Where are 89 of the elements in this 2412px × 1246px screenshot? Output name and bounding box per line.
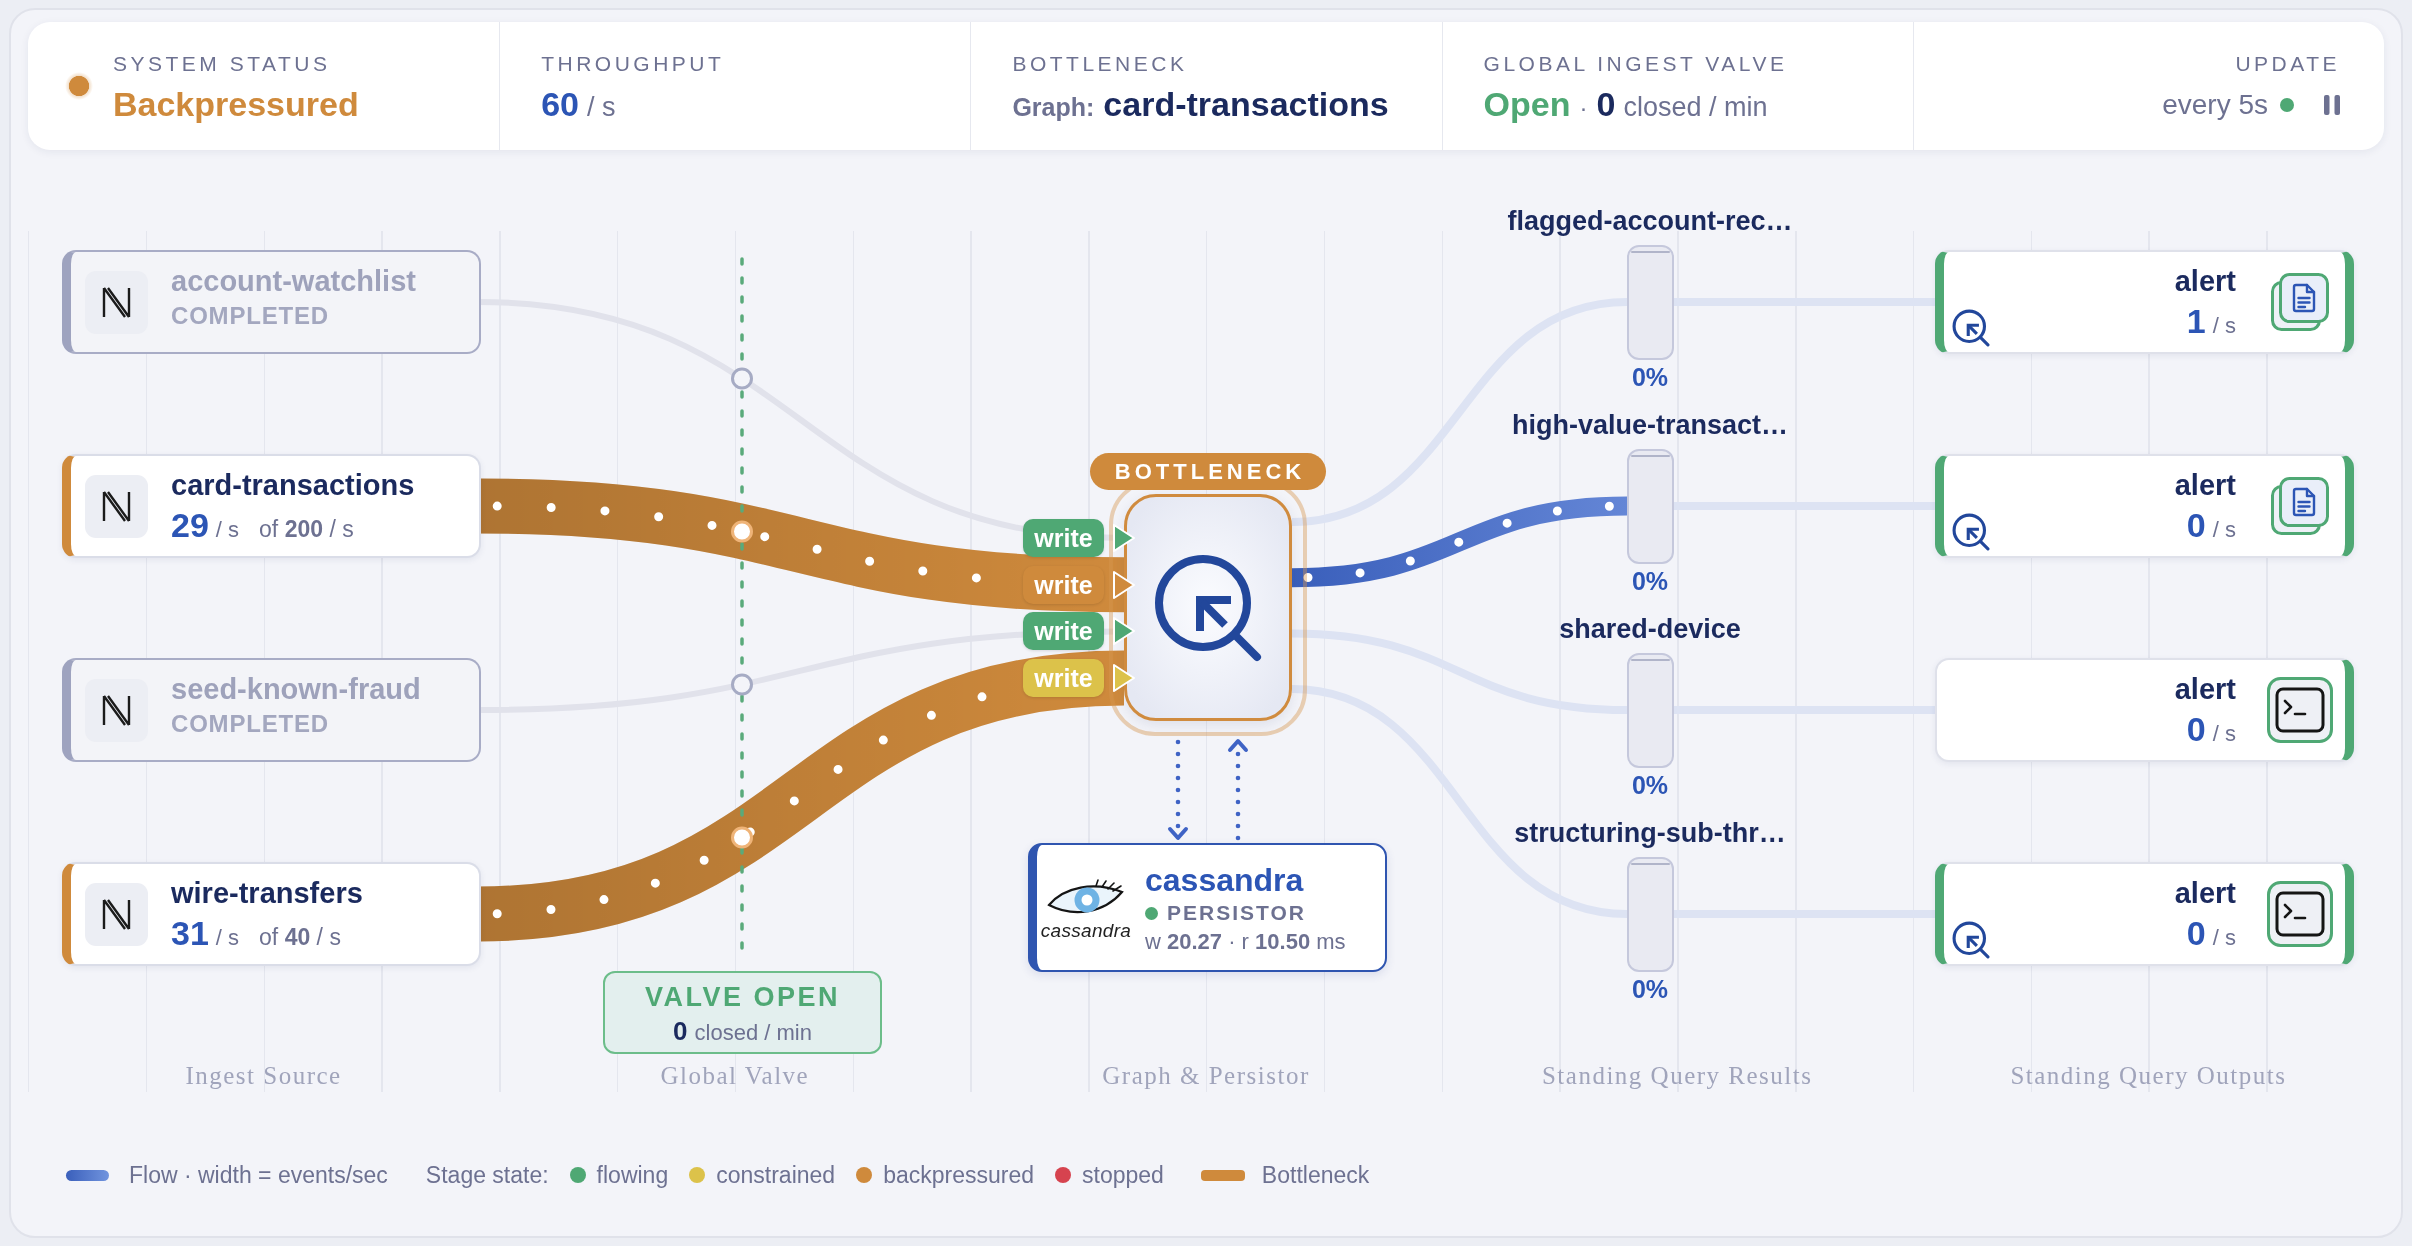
stat-label: UPDATE bbox=[2235, 52, 2340, 76]
n-logo-icon bbox=[85, 270, 148, 334]
update-interval: every 5s bbox=[2162, 89, 2268, 121]
stat-label: GLOBAL INGEST VALVE bbox=[1483, 52, 1789, 76]
rate-value: 1 bbox=[2186, 302, 2206, 341]
column-label: Ingest Source bbox=[185, 1062, 342, 1090]
valve-marker-icon bbox=[731, 520, 753, 543]
rate-unit: / s bbox=[2212, 925, 2236, 951]
legend-text: stopped bbox=[1082, 1161, 1164, 1189]
source-name: account-watchlist bbox=[171, 264, 416, 299]
valve-marker-icon bbox=[731, 673, 753, 696]
stat-label: THROUGHPUT bbox=[541, 52, 726, 76]
n-logo-icon bbox=[85, 474, 148, 538]
graph-prefix: Graph: bbox=[1012, 93, 1095, 122]
query-name: high-value-transact… bbox=[1511, 408, 1789, 442]
legend-text: flowing bbox=[596, 1161, 669, 1189]
output-name: alert bbox=[2174, 264, 2236, 299]
write-tag: write bbox=[1023, 612, 1104, 651]
source-name: seed-known-fraud bbox=[171, 672, 421, 707]
fill-percent: 0% bbox=[1631, 565, 1669, 597]
rate-unit: / s bbox=[2212, 517, 2236, 543]
pause-button[interactable] bbox=[2324, 95, 2340, 115]
rate-limit: of 200 / s bbox=[259, 516, 354, 543]
query-name: shared-device bbox=[1559, 612, 1741, 646]
column-label: Standing Query Results bbox=[1541, 1062, 1813, 1090]
latency-text: w 20.27 · r 10.50 ms bbox=[1145, 928, 1346, 956]
query-name: structuring-sub-thr… bbox=[1514, 816, 1786, 850]
rate-unit: / s bbox=[215, 517, 240, 543]
source-status: COMPLETED bbox=[171, 302, 329, 330]
throughput-unit: / s bbox=[587, 92, 616, 123]
document-stack-icon bbox=[2271, 477, 2329, 535]
arrowhead-icon bbox=[1112, 616, 1136, 647]
bottleneck-badge: BOTTLENECK bbox=[1090, 453, 1326, 490]
output-name: alert bbox=[2174, 672, 2236, 707]
legend-text: Stage state: bbox=[425, 1161, 549, 1189]
source-status: COMPLETED bbox=[171, 710, 329, 738]
rate-unit: / s bbox=[2212, 721, 2236, 747]
valve-title: VALVE OPEN bbox=[645, 981, 840, 1014]
n-logo-icon bbox=[85, 678, 148, 742]
output-name: alert bbox=[2174, 876, 2236, 911]
document-stack-icon bbox=[2271, 273, 2329, 331]
column-label: Global Valve bbox=[660, 1062, 810, 1090]
valve-state: Open bbox=[1483, 85, 1571, 124]
source-name: card-transactions bbox=[171, 468, 415, 503]
fill-percent: 0% bbox=[1631, 973, 1669, 1005]
valve-marker-icon bbox=[731, 826, 753, 849]
terminal-icon bbox=[2267, 677, 2333, 743]
write-tag: write bbox=[1023, 519, 1104, 557]
stat-label: BOTTLENECK bbox=[1012, 52, 1189, 76]
write-tag: write bbox=[1023, 565, 1104, 604]
magnifier-arrow-icon bbox=[1153, 552, 1263, 663]
n-logo-icon bbox=[85, 882, 148, 946]
closed-count: 0 bbox=[1596, 85, 1616, 124]
legend-text: constrained bbox=[716, 1161, 836, 1189]
rate-value: 29 bbox=[171, 506, 209, 545]
valve-marker-icon bbox=[731, 367, 753, 390]
status-value: Backpressured bbox=[113, 85, 359, 124]
persistor-role: PERSISTOR bbox=[1167, 901, 1306, 925]
bottleneck-graph: card-transactions bbox=[1103, 85, 1389, 124]
rate-value: 31 bbox=[171, 914, 209, 953]
rate-unit: / s bbox=[2212, 313, 2236, 339]
rate-value: 0 bbox=[2186, 710, 2206, 749]
rate-unit: / s bbox=[215, 925, 240, 951]
legend-text: Flow · width = events/sec bbox=[129, 1161, 388, 1189]
terminal-icon bbox=[2267, 881, 2333, 947]
legend-text: Bottleneck bbox=[1261, 1161, 1370, 1189]
output-name: alert bbox=[2174, 468, 2236, 503]
column-label: Graph & Persistor bbox=[1102, 1062, 1310, 1090]
write-tag: write bbox=[1023, 659, 1104, 698]
source-name: wire-transfers bbox=[171, 876, 363, 911]
column-label: Standing Query Outputs bbox=[2010, 1062, 2287, 1090]
persistor-name: cassandra bbox=[1145, 861, 1305, 899]
query-name: flagged-account-rec… bbox=[1507, 204, 1793, 238]
stat-label: SYSTEM STATUS bbox=[113, 52, 332, 76]
rate-limit: of 40 / s bbox=[259, 924, 341, 951]
rate-value: 0 bbox=[2186, 506, 2206, 545]
arrowhead-icon bbox=[1112, 663, 1136, 694]
separator: · bbox=[1579, 94, 1588, 122]
logo-wordmark: cassandra bbox=[1040, 919, 1132, 942]
closed-unit: closed / min bbox=[694, 1020, 812, 1046]
fill-percent: 0% bbox=[1631, 361, 1669, 393]
throughput-value: 60 bbox=[541, 85, 579, 124]
pause-icon bbox=[2324, 95, 2340, 115]
fill-percent: 0% bbox=[1631, 769, 1669, 801]
closed-count: 0 bbox=[673, 1016, 688, 1047]
rate-value: 0 bbox=[2186, 914, 2206, 953]
closed-unit: closed / min bbox=[1623, 92, 1768, 123]
legend-text: backpressured bbox=[883, 1161, 1034, 1189]
arrowhead-icon bbox=[1112, 523, 1136, 553]
